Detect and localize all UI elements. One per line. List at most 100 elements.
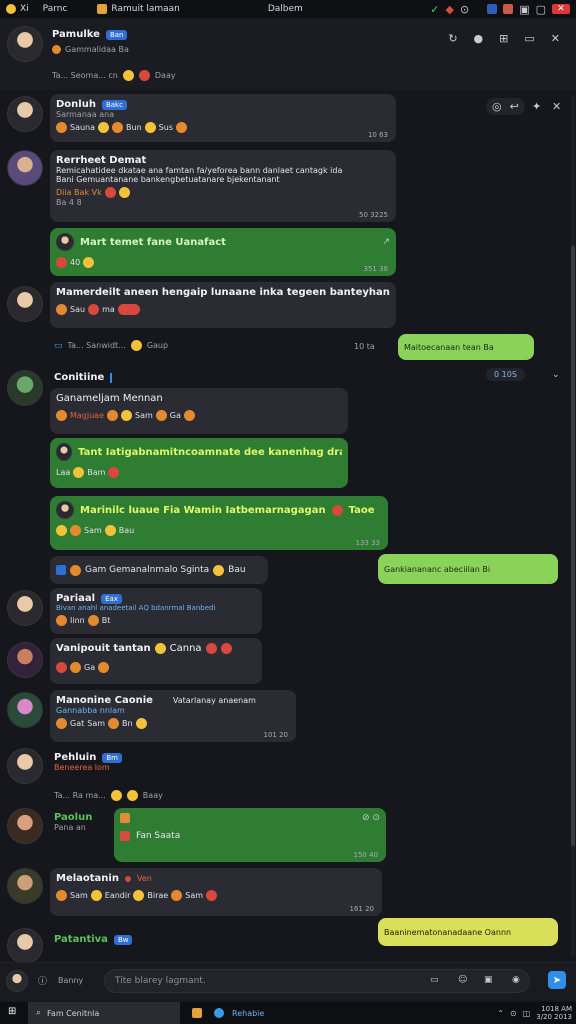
scrollbar-thumb[interactable] [571,246,575,846]
reply-icon[interactable]: ↩ [510,100,519,113]
typing-status: Ta... Sanwidt... [67,341,126,350]
browser-icon[interactable] [214,1008,224,1018]
taskbar-search[interactable]: ⌕ Fam Cenitnla [28,1002,180,1024]
reaction-label: Sam [70,891,88,900]
message-bubble[interactable]: Mamerdeilt aneen hengaip lunaane inka te… [50,282,396,328]
link-icon[interactable]: ⊘ ⊙ [362,813,380,823]
network-icon[interactable]: ⊙ [510,1009,517,1018]
app-name: Parnc [42,4,68,14]
avatar[interactable] [7,26,43,62]
message-text-tail: Taoe [348,504,375,516]
pin-icon[interactable]: ✦ [532,100,541,113]
message-text: Gankianananc abeciilan Bi [384,564,491,574]
avatar[interactable] [7,808,43,844]
chat-title-tab[interactable]: Ramuit lamaan [111,4,179,14]
image-icon[interactable]: ▣ [484,975,493,985]
start-icon[interactable]: ⊞ [8,1006,16,1017]
chevron-up-icon[interactable]: ⌃ [497,1009,504,1018]
refresh-icon[interactable]: ↻ [448,32,457,45]
attach-icon[interactable]: ⊞ [499,32,508,45]
message-time: 10 ta [354,342,375,351]
gif-icon[interactable]: ▭ [430,975,439,985]
message-bubble[interactable]: Manonine Caonie Vatarlanay anaenam Gannab… [50,690,296,742]
avatar[interactable] [7,150,43,186]
checkmark-icon[interactable]: ✓ [430,3,439,16]
left-tag: Xi [20,4,29,14]
avatar[interactable] [7,590,43,626]
restore-icon[interactable]: ▢ [536,3,546,16]
message-bubble[interactable]: Marinilc luaue Fia Wamin Iatbemarnagagan… [50,496,388,550]
clock[interactable]: 1018 AM 3/20 2013 [536,1005,572,1021]
reaction-icon[interactable]: ◎ [492,100,502,113]
search-icon: ⌕ [36,1008,42,1018]
send-button[interactable]: ➤ [548,971,566,989]
sender-name: Vanipouit tantan [56,643,151,654]
info-icon[interactable]: ⓘ [38,974,47,987]
sender-name: Manonine Caonie [56,695,153,706]
typing-status-tail: Gaup [146,341,169,350]
sender-name: Mamerdeilt aneen hengaip lunaane inka te… [56,287,390,298]
sender-subtitle: Sarmanaa ana [56,110,115,119]
account-icon[interactable] [487,4,498,14]
close-icon[interactable]: ✕ [551,32,560,45]
message-bubble[interactable]: Melaotanin Ven Sam Eandir Birae Sam 161 20 [50,868,382,916]
emoji-icon[interactable]: ☺ [458,975,467,985]
message-text: Bivan anahl anadeetail AQ bdanrmal Banbe… [56,604,216,612]
settings-icon[interactable]: ⊙ [460,3,469,16]
screen-icon[interactable]: ▭ [524,32,534,45]
close-icon[interactable]: ✕ [552,100,561,113]
message-time: 161 20 [349,905,375,913]
message-bubble[interactable]: Donluh Bakc Sarmanaa ana Sauna Bun Sus 10 6… [50,94,396,142]
input-placeholder: Tite blarey lagmant. [115,976,206,986]
reaction-label: Laa [56,468,71,477]
message-bubble[interactable]: Mart temet fane Uanafact ↗ 40 351 38 [50,228,396,276]
outgoing-bubble[interactable]: Gankianananc abeciilan Bi [378,554,558,584]
avatar[interactable] [7,868,43,904]
avatar [56,443,73,461]
chevron-down-icon[interactable]: ⌄ [552,370,560,380]
folder-icon[interactable] [192,1008,202,1018]
reaction-label: ma [102,305,115,314]
volume-icon[interactable]: ◫ [523,1009,531,1018]
avatar[interactable] [7,370,43,406]
avatar[interactable] [6,970,28,992]
status-icon [52,45,61,54]
message-bubble[interactable]: Pariaal Eax Bivan anahl anadeetail AQ bda… [50,588,262,634]
avatar[interactable] [7,96,43,132]
info-icon[interactable]: ● [474,32,484,45]
outgoing-bubble[interactable]: Baaninematonanadaane Oannn [378,918,558,946]
message-text: Fan Saata [136,831,181,841]
message-bubble[interactable]: Gam Gemanalnmalo Sginta Bau [50,556,268,584]
message-bubble[interactable]: Vanipouit tantan Canna Ga [50,638,262,684]
avatar[interactable] [7,286,43,322]
chat-title: Pamulke [52,29,100,40]
reaction-label: Ga [169,411,181,420]
link-icon[interactable]: ↗ [382,237,390,247]
avatar[interactable] [7,928,43,962]
taskbar-app-label[interactable]: Rehabie [232,1009,264,1018]
message-text: Bani Gemuantanane bankengbetuatanare bje… [56,175,280,184]
reaction-label: Sam [185,891,204,900]
scrollbar[interactable] [571,96,575,956]
outgoing-bubble[interactable]: Maitoecanaan tean Ba [398,334,534,360]
reaction-label: Eandir [104,891,131,900]
avatar[interactable] [7,748,43,784]
message-bubble[interactable]: Rerrheet Demat Remicahatidee dkatae ana … [50,150,396,222]
sender-tag: Ven [136,874,152,883]
close-window-button[interactable]: ✕ [552,4,570,14]
sender-name: Paolun [54,812,93,823]
window-icon[interactable]: ▣ [519,3,529,16]
mic-icon[interactable]: ◉ [512,975,520,985]
message-list[interactable]: Donluh Bakc Sarmanaa ana Sauna Bun Sus 10 6… [0,90,576,962]
reaction-label: Magjuae [70,411,104,420]
reaction-count[interactable]: 0 10S [486,368,525,381]
message-bubble[interactable]: ⊘ ⊙ Fan Saata 150 40 [114,808,386,862]
message-text: Maitoecanaan tean Ba [404,342,494,352]
typing-status: Ta... Ra ma... [54,791,106,800]
tag-icon[interactable]: ◆ [446,3,454,16]
avatar[interactable] [7,692,43,728]
message-bubble[interactable]: Ganameljam Mennan Magjuae Sam Ga [50,388,348,434]
profile-icon[interactable] [503,4,514,14]
message-bubble[interactable]: Tant Iatigabnamitncoamnate dee kanenhag … [50,438,348,488]
avatar[interactable] [7,642,43,678]
